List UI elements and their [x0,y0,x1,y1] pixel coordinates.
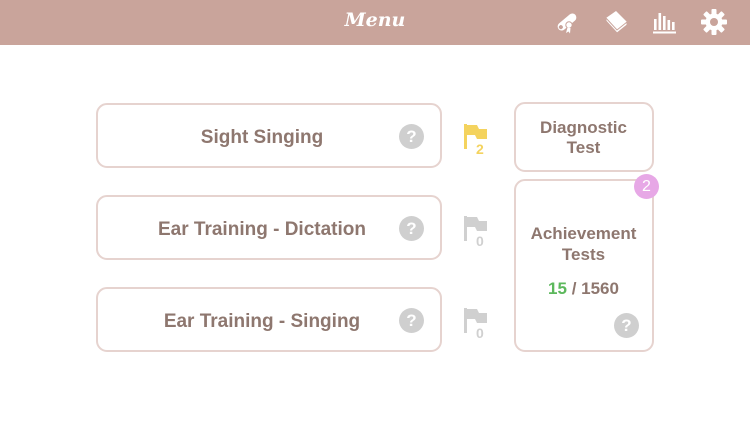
achievement-line1: Achievement [530,224,637,243]
diagnostic-line2: Test [566,138,601,157]
ear-training-dictation-label: Ear Training - Dictation [158,219,366,240]
achievement-tests-button[interactable]: Achievement Tests 15 / 1560 ? [514,179,654,352]
achievement-progress: 15 / 1560 [516,279,651,299]
achievement-tests-label: Achievement Tests [516,223,651,265]
notification-badge: 2 [634,174,659,199]
flag-count: 2 [476,141,484,157]
diagnostic-test-button[interactable]: Diagnostic Test [514,102,654,172]
total-count: / 1560 [571,279,619,298]
flag-count: 0 [476,325,484,341]
flag-count: 0 [476,233,484,249]
completed-count: 15 [548,279,567,298]
top-bar: Menu [0,0,750,45]
diagnostic-test-label: Diagnostic Test [516,118,651,158]
stats-icon[interactable] [650,7,680,37]
diagnostic-line1: Diagnostic [540,118,627,137]
sight-singing-label: Sight Singing [200,127,324,148]
ear-training-dictation-button[interactable]: Ear Training - Dictation ? [96,195,442,260]
book-icon[interactable] [601,7,631,37]
gear-icon[interactable] [699,7,729,37]
ear-training-singing-label: Ear Training - Singing [163,311,361,332]
help-icon[interactable]: ? [614,313,639,338]
page-title: Menu [344,9,406,31]
help-icon[interactable]: ? [399,216,424,241]
sight-singing-button[interactable]: Sight Singing ? [96,103,442,168]
ear-training-singing-button[interactable]: Ear Training - Singing ? [96,287,442,352]
help-icon[interactable]: ? [399,308,424,333]
achievement-line2: Tests [561,245,606,264]
diploma-icon[interactable] [552,7,582,37]
help-icon[interactable]: ? [399,124,424,149]
